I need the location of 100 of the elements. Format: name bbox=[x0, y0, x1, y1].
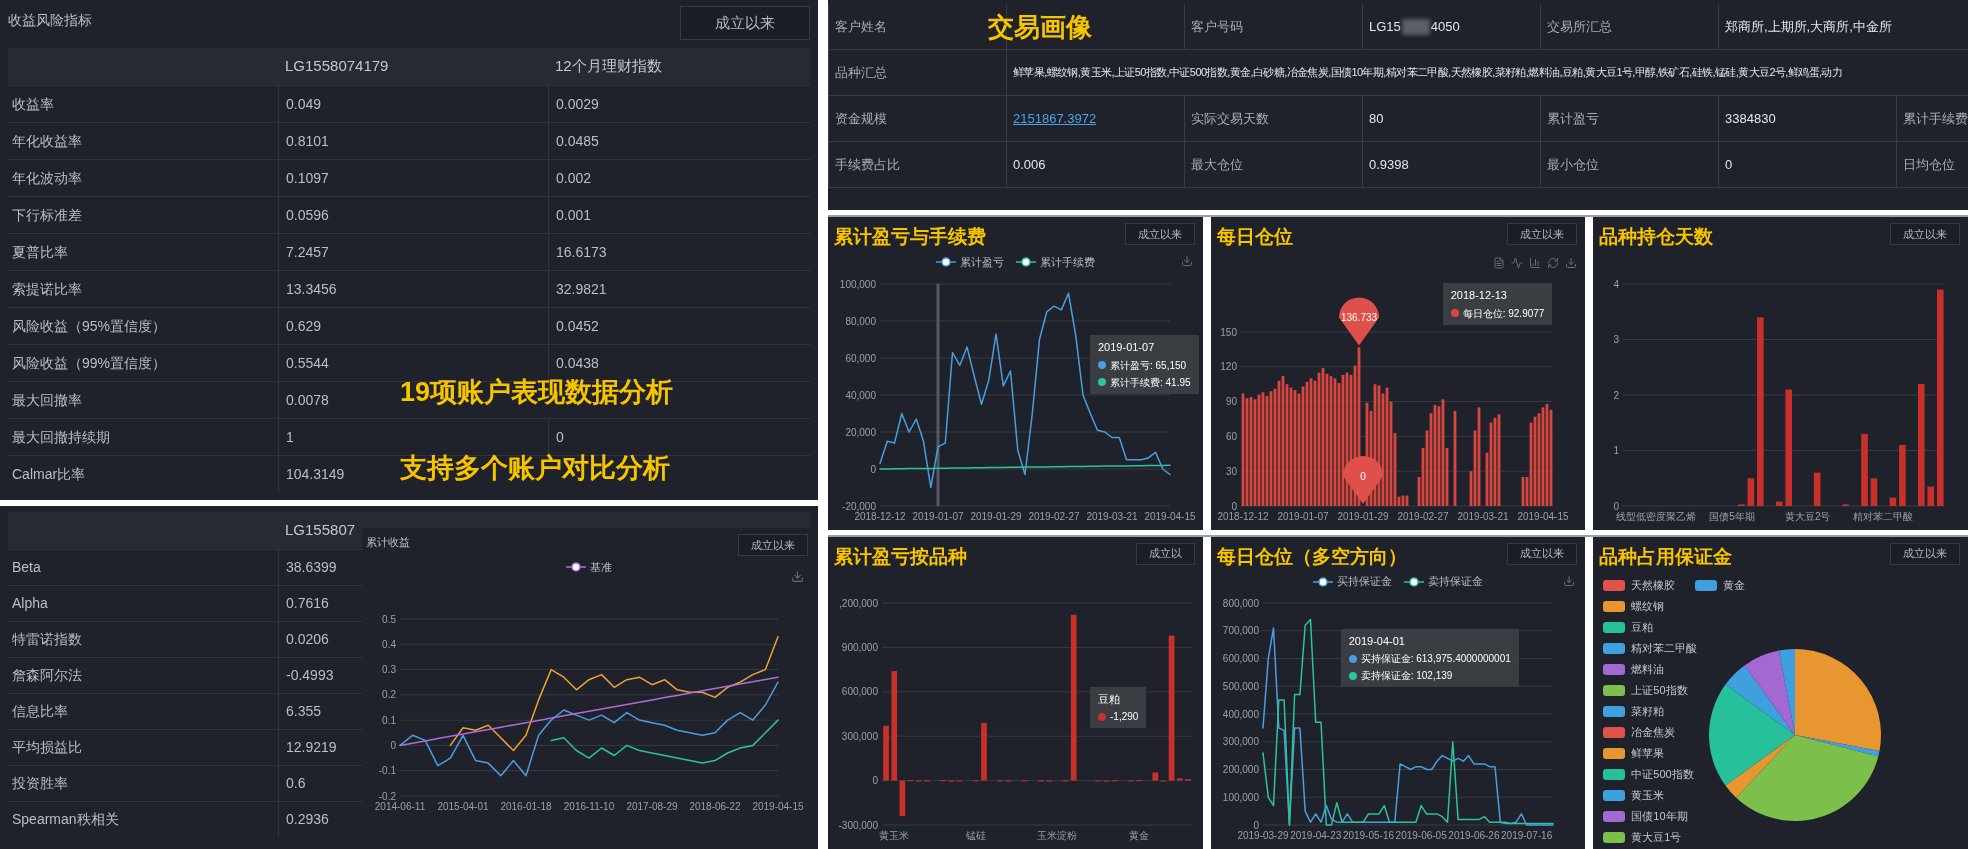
redaction-block bbox=[1401, 18, 1430, 35]
axis-label: 300,000 bbox=[1222, 736, 1259, 748]
chart-title: 品种持仓天数 bbox=[1599, 225, 1714, 249]
legend-item[interactable]: 豆粕 bbox=[1603, 616, 1654, 638]
metric-label: 最大回撤率 bbox=[11, 390, 83, 410]
table-cell: 0.0485 bbox=[548, 123, 810, 159]
axis-label: 0 bbox=[1613, 500, 1620, 511]
line-chart-icon[interactable] bbox=[1511, 257, 1524, 269]
axis-label: 0.2 bbox=[382, 689, 396, 701]
table-cell: 13.3456 bbox=[278, 271, 548, 307]
legend-item[interactable]: 黄金 bbox=[1695, 574, 1746, 596]
axis-label: 0.4 bbox=[382, 638, 396, 650]
legend-item[interactable]: 燃料油 bbox=[1603, 658, 1665, 680]
axis-label: 2018-12-12 bbox=[1217, 510, 1269, 522]
bar-chart-icon[interactable] bbox=[1529, 257, 1542, 269]
column-header: 12个月理财指数 bbox=[554, 56, 663, 77]
axis-label: 20,000 bbox=[845, 426, 876, 437]
axis-label: 0 bbox=[1253, 819, 1259, 831]
amount-link[interactable]: 2151867.3972 bbox=[1013, 108, 1097, 129]
tooltip-item: 买持保证金: 613,975.4000000001 bbox=[1360, 652, 1511, 666]
axis-label: 黄大豆2号 bbox=[1785, 510, 1831, 522]
axis-label: 2019-01-29 bbox=[1337, 510, 1389, 522]
period-button[interactable]: 成立以来 bbox=[680, 6, 810, 40]
metric-label: Spearman秩相关 bbox=[11, 810, 120, 829]
axis-label: -0.1 bbox=[378, 765, 396, 777]
legend-item[interactable]: 黄玉米 bbox=[1603, 784, 1665, 806]
tooltip-title: 豆粕 bbox=[1098, 691, 1121, 707]
axis-label: 600,000 bbox=[841, 686, 878, 698]
legend-item[interactable]: 黄大豆1号 bbox=[1603, 826, 1682, 848]
axis-label: 2018-12-12 bbox=[854, 510, 906, 522]
axis-label: 2019-04-15 bbox=[752, 801, 804, 812]
axis-label: 2019-04-15 bbox=[1144, 510, 1196, 522]
chart-title: 品种占用保证金 bbox=[1599, 544, 1733, 569]
field-label: 累计盈亏 bbox=[1540, 96, 1718, 141]
refresh-icon[interactable] bbox=[1547, 257, 1560, 269]
field-value: 80 bbox=[1362, 96, 1540, 141]
table-cell: 0.2936 bbox=[278, 802, 358, 837]
axis-label: 2016-01-18 bbox=[500, 801, 552, 812]
field-value: 3384830 bbox=[1718, 96, 1896, 141]
legend-item[interactable]: 菜籽粕 bbox=[1603, 700, 1665, 722]
period-button[interactable]: 成立以来 bbox=[1124, 223, 1195, 245]
axis-label: 国债5年期 bbox=[1709, 510, 1756, 522]
tooltip-title: 2019-01-07 bbox=[1098, 340, 1156, 355]
period-button[interactable]: 成立以来 bbox=[738, 534, 808, 556]
period-button[interactable]: 成立以来 bbox=[1890, 542, 1960, 565]
axis-label: 0.5 bbox=[382, 613, 396, 625]
period-button[interactable]: 成立以来 bbox=[1507, 542, 1578, 565]
legend-item[interactable]: 鲜苹果 bbox=[1603, 742, 1665, 764]
legend-item[interactable]: 中证500指数 bbox=[1603, 763, 1694, 785]
axis-label: 2019-03-29 bbox=[1237, 830, 1289, 841]
legend-item[interactable]: 基准 bbox=[566, 558, 612, 576]
table-cell: 32.9821 bbox=[548, 271, 810, 307]
download-icon[interactable] bbox=[1563, 574, 1576, 587]
axis-label: 2019-04-23 bbox=[1289, 830, 1341, 841]
axis-label: 2019-04-15 bbox=[1517, 510, 1569, 522]
metric-label: Calmar比率 bbox=[11, 464, 87, 484]
download-icon[interactable] bbox=[1565, 257, 1578, 269]
field-label: 最大仓位 bbox=[1184, 142, 1362, 187]
legend-item[interactable]: 精对苯二甲酸 bbox=[1603, 637, 1698, 659]
legend-item[interactable]: 累计盈亏 bbox=[935, 253, 1004, 271]
metric-label: 风险收益（95%置信度） bbox=[11, 316, 168, 336]
table-cell: 0.7616 bbox=[278, 586, 358, 621]
legend-item[interactable]: 国债10年期 bbox=[1603, 805, 1688, 827]
field-value: 郑商所,上期所,大商所,中金所 bbox=[1718, 4, 1896, 49]
document-icon[interactable] bbox=[1493, 257, 1506, 269]
legend-item[interactable]: 累计手续费 bbox=[1015, 253, 1095, 271]
legend-item[interactable]: 买持保证金 bbox=[1313, 573, 1392, 590]
table-cell: 0.0206 bbox=[278, 622, 358, 657]
pin-label: 0 bbox=[1359, 470, 1366, 481]
field-label: 手续费占比 bbox=[828, 142, 1006, 187]
axis-label: 2018-06-22 bbox=[689, 801, 741, 812]
axis-label: 0.1 bbox=[382, 714, 396, 726]
axis-label: 300,000 bbox=[841, 730, 878, 742]
download-icon[interactable] bbox=[791, 570, 804, 583]
axis-label: 2019-01-07 bbox=[1277, 510, 1329, 522]
legend-item[interactable]: 天然橡胶 bbox=[1603, 574, 1676, 596]
tooltip-title: 2018-12-13 bbox=[1450, 288, 1508, 303]
legend-item[interactable]: 冶金焦炭 bbox=[1603, 721, 1676, 743]
legend-item[interactable]: 螺纹钢 bbox=[1603, 595, 1665, 617]
field-value: 0.9398 bbox=[1362, 142, 1540, 187]
axis-label: 0 bbox=[870, 463, 876, 474]
axis-label: 精对苯二甲酸 bbox=[1853, 510, 1914, 522]
period-button[interactable]: 成立以来 bbox=[1890, 223, 1960, 245]
period-button[interactable]: 成立以来 bbox=[1507, 223, 1578, 245]
legend-item[interactable]: 上证50指数 bbox=[1603, 679, 1688, 701]
axis-label: 2019-05-16 bbox=[1342, 830, 1394, 841]
metric-label: 平均损益比 bbox=[11, 738, 83, 757]
banner-title: 交易画像 bbox=[988, 11, 1092, 44]
metric-label: 夏普比率 bbox=[11, 242, 69, 262]
metric-label: 年化收益率 bbox=[11, 131, 83, 151]
axis-label: 2019-02-27 bbox=[1397, 510, 1449, 522]
period-button[interactable]: 成立以 bbox=[1135, 542, 1195, 565]
table-cell: 0 bbox=[548, 419, 810, 455]
metric-label: 信息比率 bbox=[11, 702, 69, 721]
download-icon[interactable] bbox=[1180, 255, 1193, 267]
legend-item[interactable]: 卖持保证金 bbox=[1404, 573, 1483, 590]
metric-label: 年化波动率 bbox=[11, 168, 83, 188]
metric-label: 投资胜率 bbox=[11, 774, 69, 793]
axis-label: 黄金 bbox=[1128, 830, 1149, 841]
field-label: 资金规模 bbox=[828, 96, 1006, 141]
